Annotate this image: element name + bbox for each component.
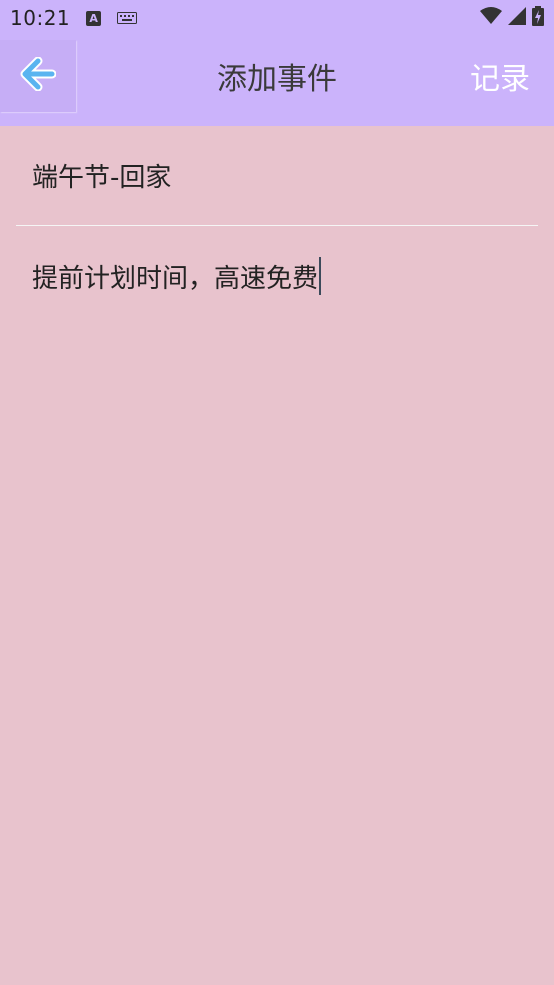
- event-title-input[interactable]: 端午节-回家: [16, 126, 538, 226]
- signal-icon: [508, 7, 526, 29]
- event-body-input[interactable]: 提前计划时间，高速免费: [16, 226, 538, 326]
- accessibility-notification-icon: A: [86, 10, 102, 26]
- status-icons: [480, 0, 544, 36]
- wifi-icon: [480, 7, 502, 29]
- status-bar: 10:21 A: [0, 0, 554, 36]
- battery-icon: [532, 6, 544, 30]
- keyboard-icon: [117, 12, 138, 24]
- text-cursor: [319, 257, 322, 295]
- status-time: 10:21: [10, 6, 71, 30]
- event-title-text: 端午节-回家: [32, 163, 172, 193]
- event-body-text: 提前计划时间，高速免费: [32, 263, 319, 294]
- app-bar: 添加事件 记录: [0, 36, 554, 126]
- content-area: 端午节-回家 提前计划时间，高速免费: [0, 126, 554, 985]
- record-button[interactable]: 记录: [470, 36, 530, 116]
